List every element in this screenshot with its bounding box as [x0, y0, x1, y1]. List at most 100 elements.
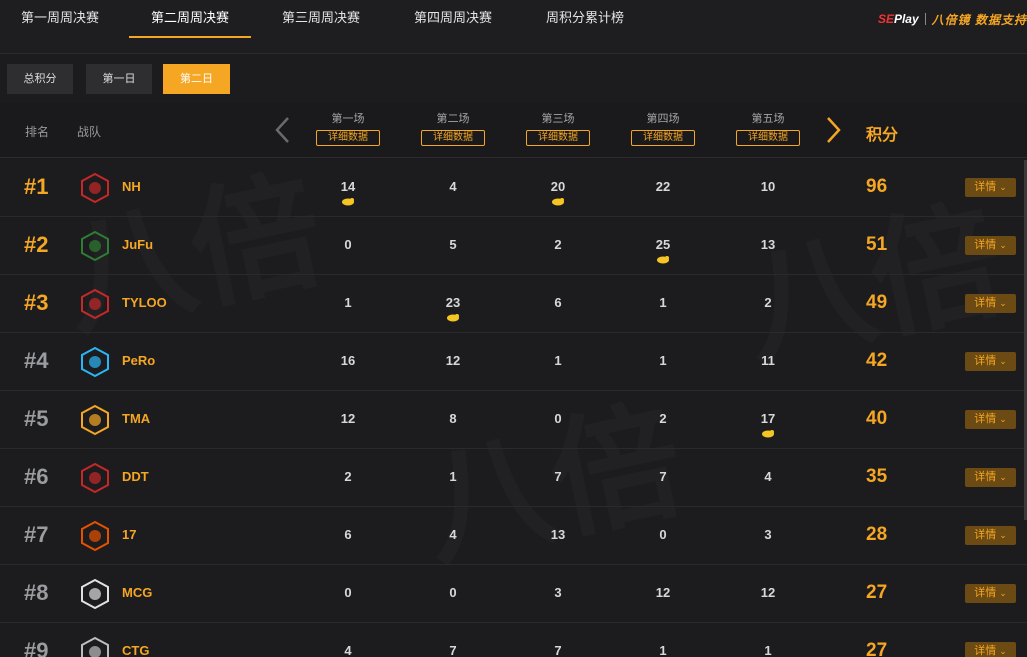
round-score: 3: [538, 585, 578, 600]
detail-data-button[interactable]: 详细数据: [421, 130, 485, 146]
round-score: 0: [538, 411, 578, 426]
subtab-day1[interactable]: 第一日: [86, 64, 152, 94]
score-value: 0: [344, 585, 352, 600]
table-row: #9 CTG 4 7 7 1 1 27 详情 ⌄: [0, 623, 1027, 657]
detail-button[interactable]: 详情 ⌄: [965, 236, 1016, 255]
score-value: 4: [449, 527, 457, 542]
chicken-dinner-icon: [446, 310, 460, 322]
round-score: 0: [433, 585, 473, 600]
prev-arrow-icon[interactable]: [272, 115, 294, 145]
score-value: 1: [344, 295, 352, 310]
score-value: 14: [340, 179, 356, 194]
rank-label: #7: [24, 522, 49, 547]
chicken-dinner-icon: [341, 194, 355, 206]
score-value: 1: [659, 353, 667, 368]
score-value: 13: [550, 527, 566, 542]
detail-data-button[interactable]: 详细数据: [736, 130, 800, 146]
next-arrow-icon[interactable]: [822, 115, 844, 145]
score-value: 17: [760, 411, 776, 426]
detail-button[interactable]: 详情 ⌄: [965, 352, 1016, 371]
seplay-logo: SEPlay: [877, 12, 919, 26]
team-logo-icon: [78, 172, 112, 204]
round-score: 12: [643, 585, 683, 600]
team-name[interactable]: TYLOO: [122, 295, 167, 310]
score-value: 4: [449, 179, 457, 194]
score-value: 7: [659, 469, 667, 484]
round-score: 20: [538, 179, 578, 206]
round-score: 5: [433, 237, 473, 252]
chevron-down-icon: ⌄: [999, 588, 1007, 598]
total-score: 42: [866, 350, 888, 371]
score-value: 5: [449, 237, 457, 252]
sponsor-brand: SEPlay 八倍镜 数据支持: [878, 9, 1027, 29]
score-value: 3: [554, 585, 562, 600]
round-name: 第三场: [541, 113, 575, 125]
team-name[interactable]: CTG: [122, 643, 149, 657]
detail-button[interactable]: 详情 ⌄: [965, 526, 1016, 545]
score-value: 0: [554, 411, 562, 426]
score-value: 12: [760, 585, 776, 600]
round-score: 1: [328, 295, 368, 310]
detail-button[interactable]: 详情 ⌄: [965, 294, 1016, 313]
detail-data-button[interactable]: 详细数据: [631, 130, 695, 146]
detail-data-button[interactable]: 详细数据: [316, 130, 380, 146]
round-score: 1: [433, 469, 473, 484]
total-score: 40: [866, 408, 888, 429]
round-score: 4: [328, 643, 368, 657]
score-value: 2: [344, 469, 352, 484]
tab-week1-final[interactable]: 第一周周决赛: [10, 0, 110, 38]
round-header-3: 第三场 详细数据: [523, 111, 593, 146]
chevron-down-icon: ⌄: [999, 298, 1007, 308]
total-score: 28: [866, 524, 888, 545]
subtab-total[interactable]: 总积分: [7, 64, 73, 94]
round-score: 1: [748, 643, 788, 657]
chevron-down-icon: ⌄: [999, 182, 1007, 192]
table-row: #7 17 6 4 13 0 3 28 详情 ⌄: [0, 507, 1027, 565]
round-score: 1: [643, 295, 683, 310]
round-score: 0: [643, 527, 683, 542]
team-logo-icon: [78, 230, 112, 262]
detail-button[interactable]: 详情 ⌄: [965, 468, 1016, 487]
detail-button[interactable]: 详情 ⌄: [965, 410, 1016, 429]
team-name[interactable]: DDT: [122, 469, 149, 484]
detail-label: 详情: [974, 529, 997, 541]
tab-week3-final[interactable]: 第三周周决赛: [270, 0, 372, 38]
round-name: 第二场: [436, 113, 470, 125]
score-value: 1: [554, 353, 562, 368]
team-name[interactable]: JuFu: [122, 237, 153, 252]
tab-week2-final[interactable]: 第二周周决赛: [129, 0, 251, 38]
detail-button[interactable]: 详情 ⌄: [965, 178, 1016, 197]
round-score: 3: [748, 527, 788, 542]
round-score: 14: [328, 179, 368, 206]
total-score: 27: [866, 640, 888, 657]
total-score: 27: [866, 582, 888, 603]
round-score: 2: [748, 295, 788, 310]
rank-label: #1: [24, 174, 49, 199]
detail-button[interactable]: 详情 ⌄: [965, 642, 1016, 657]
table-row: #2 JuFu 0 5 2 25 13 51 详情 ⌄: [0, 217, 1027, 275]
score-value: 2: [554, 237, 562, 252]
detail-label: 详情: [974, 645, 997, 657]
babeijing-logo: 八倍镜 数据支持: [931, 12, 1027, 27]
round-header-4: 第四场 详细数据: [628, 111, 698, 146]
round-score: 25: [643, 237, 683, 264]
tab-weekly-cumulative[interactable]: 周积分累计榜: [534, 0, 636, 38]
team-name[interactable]: PeRo: [122, 353, 155, 368]
detail-button[interactable]: 详情 ⌄: [965, 584, 1016, 603]
round-score: 6: [328, 527, 368, 542]
team-name[interactable]: MCG: [122, 585, 152, 600]
chicken-dinner-icon: [656, 252, 670, 264]
tab-week4-final[interactable]: 第四周周决赛: [402, 0, 504, 38]
chicken-dinner-icon: [761, 426, 775, 438]
team-name[interactable]: NH: [122, 179, 141, 194]
detail-data-button[interactable]: 详细数据: [526, 130, 590, 146]
round-header-1: 第一场 详细数据: [313, 111, 383, 146]
round-score: 13: [538, 527, 578, 542]
round-score: 8: [433, 411, 473, 426]
chevron-down-icon: ⌄: [999, 356, 1007, 366]
team-name[interactable]: TMA: [122, 411, 150, 426]
chevron-down-icon: ⌄: [999, 472, 1007, 482]
team-name[interactable]: 17: [122, 527, 136, 542]
subtab-day2[interactable]: 第二日: [163, 64, 230, 94]
detail-label: 详情: [974, 471, 997, 483]
